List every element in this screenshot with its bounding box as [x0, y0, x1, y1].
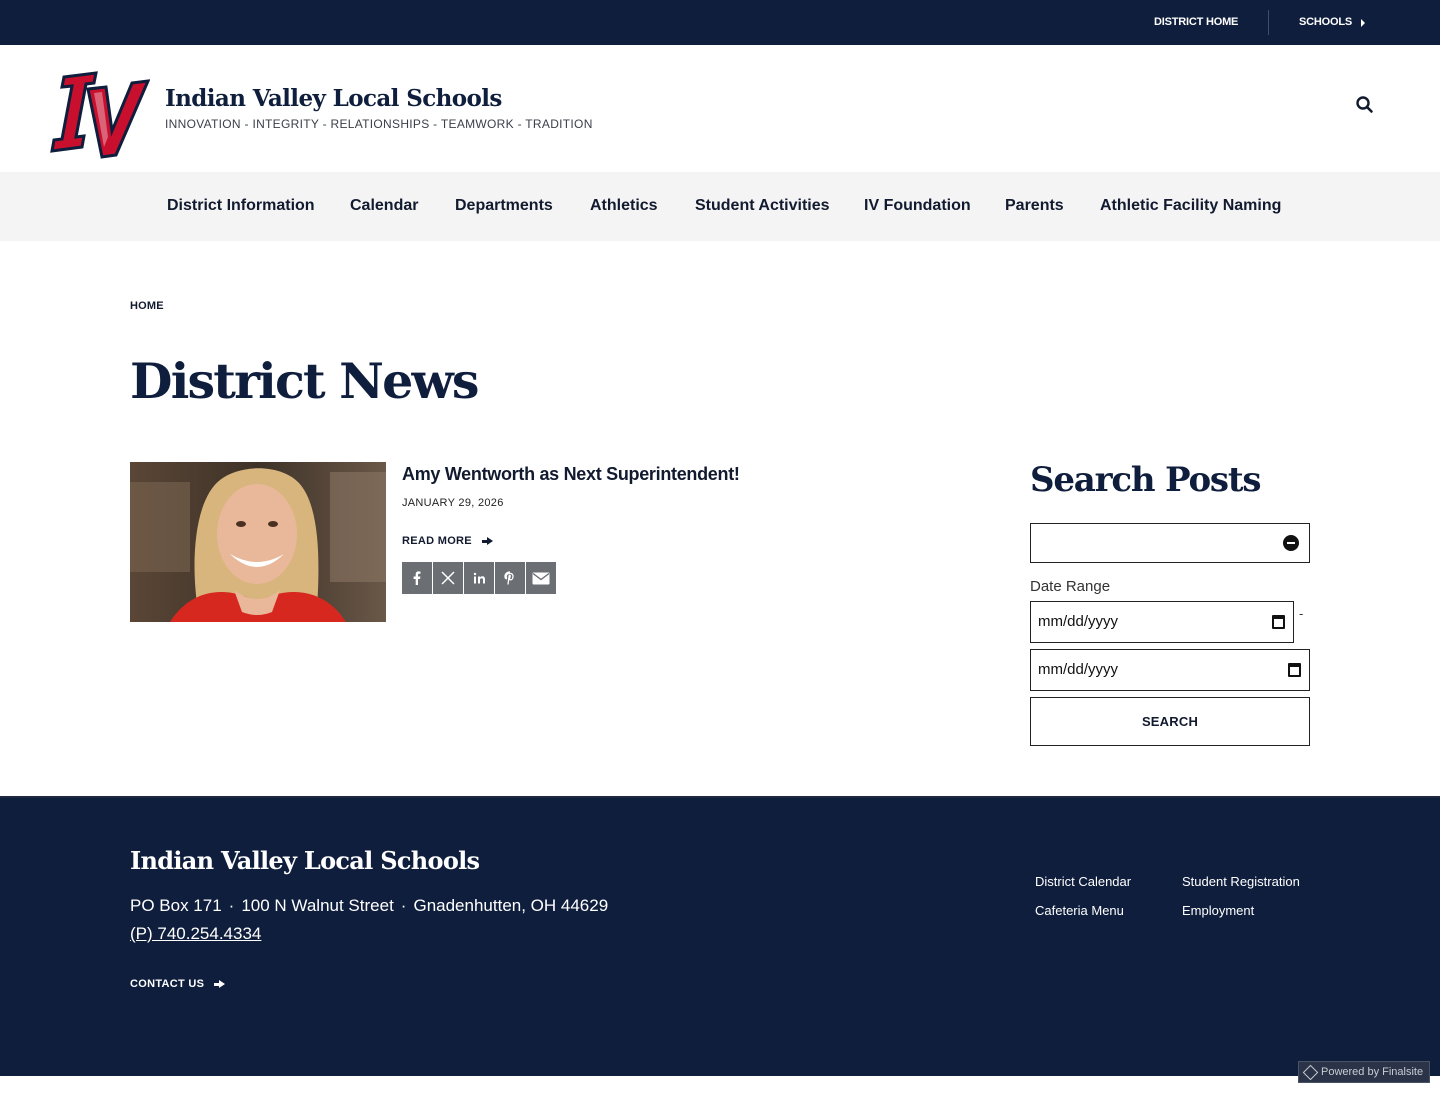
schools-link[interactable]: SCHOOLS — [1299, 16, 1352, 28]
powered-by-badge[interactable]: Powered by Finalsite — [1298, 1061, 1430, 1083]
search-icon[interactable] — [1354, 94, 1376, 116]
footer-link-student-registration[interactable]: Student Registration — [1182, 874, 1300, 889]
caret-right-icon[interactable] — [1361, 19, 1365, 27]
powered-by-label: Powered by Finalsite — [1321, 1066, 1424, 1078]
arrow-right-icon — [214, 979, 226, 989]
search-posts-field — [1030, 523, 1310, 563]
utility-divider — [1268, 10, 1269, 35]
x-icon[interactable] — [433, 562, 463, 594]
address-separator: · — [400, 896, 407, 915]
linkedin-icon[interactable] — [464, 562, 494, 594]
site-title[interactable]: Indian Valley Local Schools — [165, 85, 502, 112]
site-footer: Indian Valley Local Schools PO Box 171 · 1… — [0, 796, 1440, 1076]
footer-city: Gnadenhutten, OH 44629 — [413, 896, 609, 915]
bottom-strip — [0, 1076, 1440, 1096]
footer-link-employment[interactable]: Employment — [1182, 903, 1254, 918]
address-separator: · — [228, 896, 235, 915]
search-posts-title: Search Posts — [1030, 460, 1262, 500]
site-header: Indian Valley Local Schools INNOVATION -… — [0, 45, 1440, 172]
nav-item-iv-foundation[interactable]: IV Foundation — [864, 197, 971, 215]
clear-search-icon[interactable] — [1283, 535, 1299, 551]
footer-phone-link[interactable]: (P) 740.254.4334 — [130, 924, 261, 944]
nav-item-calendar[interactable]: Calendar — [350, 197, 418, 215]
site-tagline: INNOVATION - INTEGRITY - RELATIONSHIPS -… — [165, 117, 593, 131]
share-buttons — [402, 562, 556, 594]
contact-us-label: CONTACT US — [130, 978, 205, 990]
main-nav: District Information Calendar Department… — [0, 172, 1440, 241]
read-more-link[interactable]: READ MORE — [402, 535, 493, 547]
arrow-right-icon — [481, 536, 493, 546]
date-to-input[interactable]: mm/dd/yyyy — [1030, 649, 1310, 691]
pinterest-icon[interactable] — [495, 562, 525, 594]
nav-item-athletics[interactable]: Athletics — [590, 197, 658, 215]
footer-po-box: PO Box 171 — [130, 896, 222, 915]
page-title: District News — [130, 352, 479, 410]
nav-item-departments[interactable]: Departments — [455, 197, 553, 215]
date-range-separator: - — [1299, 606, 1304, 621]
nav-item-student-activities[interactable]: Student Activities — [695, 197, 830, 215]
nav-item-parents[interactable]: Parents — [1005, 197, 1064, 215]
date-to-value: mm/dd/yyyy — [1038, 661, 1119, 678]
contact-us-link[interactable]: CONTACT US — [130, 978, 226, 990]
read-more-label: READ MORE — [402, 535, 472, 547]
date-from-value: mm/dd/yyyy — [1038, 613, 1119, 630]
footer-link-district-calendar[interactable]: District Calendar — [1035, 874, 1131, 889]
email-icon[interactable] — [526, 562, 556, 594]
post-thumbnail[interactable] — [130, 462, 386, 622]
utility-bar: DISTRICT HOME SCHOOLS — [0, 0, 1440, 45]
breadcrumb-home[interactable]: HOME — [130, 300, 164, 312]
footer-link-cafeteria-menu[interactable]: Cafeteria Menu — [1035, 903, 1124, 918]
finalsite-logo-icon — [1302, 1064, 1319, 1080]
search-posts-input[interactable] — [1031, 524, 1271, 562]
facebook-icon[interactable] — [402, 562, 432, 594]
footer-title: Indian Valley Local Schools — [130, 846, 480, 875]
footer-street: 100 N Walnut Street — [241, 896, 394, 915]
search-button[interactable]: SEARCH — [1030, 697, 1310, 746]
footer-address: PO Box 171 · 100 N Walnut Street · Gnadenhut… — [130, 896, 608, 916]
calendar-icon[interactable] — [1288, 663, 1301, 677]
date-from-input[interactable]: mm/dd/yyyy — [1030, 601, 1294, 643]
date-range-label: Date Range — [1030, 578, 1111, 595]
post-date: JANUARY 29, 2026 — [402, 497, 504, 509]
nav-item-district-information[interactable]: District Information — [167, 197, 315, 215]
district-home-link[interactable]: DISTRICT HOME — [1154, 16, 1238, 28]
nav-item-athletic-facility-naming[interactable]: Athletic Facility Naming — [1100, 197, 1281, 215]
post-title[interactable]: Amy Wentworth as Next Superintendent! — [402, 464, 740, 485]
calendar-icon[interactable] — [1272, 615, 1285, 629]
district-logo[interactable] — [50, 59, 151, 159]
